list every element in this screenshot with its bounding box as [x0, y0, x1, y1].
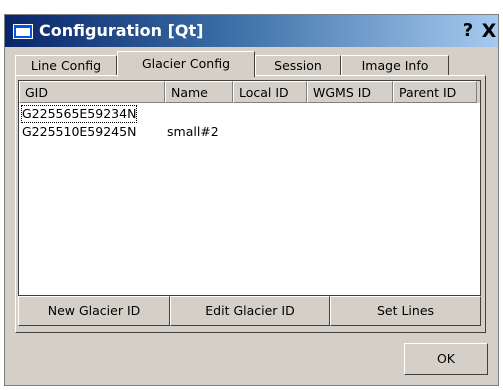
tab-line-config[interactable]: Line Config — [15, 55, 117, 77]
table-header: GID Name Local ID WGMS ID Parent ID — [19, 81, 480, 103]
column-header-local-id[interactable]: Local ID — [233, 81, 307, 103]
close-button[interactable]: X — [478, 21, 500, 41]
column-header-gid[interactable]: GID — [19, 81, 165, 103]
app-window-icon — [13, 24, 33, 39]
column-header-wgms-id[interactable]: WGMS ID — [307, 81, 393, 103]
new-glacier-id-button[interactable]: New Glacier ID — [18, 296, 170, 326]
column-header-parent-id[interactable]: Parent ID — [393, 81, 477, 103]
set-lines-button[interactable]: Set Lines — [330, 296, 481, 326]
gid-cell[interactable]: G225565E59234N — [21, 105, 138, 123]
glacier-config-panel: GID Name Local ID WGMS ID Parent ID G225… — [15, 75, 486, 333]
help-button[interactable]: ? — [457, 21, 479, 41]
edit-glacier-id-button[interactable]: Edit Glacier ID — [170, 296, 330, 326]
name-cell[interactable]: small#2 — [167, 123, 219, 141]
tab-bar: Line Config Glacier Config Session Image… — [5, 47, 498, 77]
tab-image-info[interactable]: Image Info — [341, 55, 449, 77]
glacier-table[interactable]: GID Name Local ID WGMS ID Parent ID G225… — [18, 80, 481, 296]
tab-session[interactable]: Session — [255, 55, 341, 77]
tab-glacier-config[interactable]: Glacier Config — [117, 51, 255, 77]
gid-cell[interactable]: G225510E59245N — [22, 123, 136, 141]
window-title: Configuration [Qt] — [39, 21, 204, 40]
column-header-name[interactable]: Name — [165, 81, 233, 103]
panel-buttons: New Glacier ID Edit Glacier ID Set Lines — [18, 296, 481, 326]
configuration-dialog: Configuration [Qt] ? X Line Config Glaci… — [4, 14, 499, 386]
title-bar[interactable]: Configuration [Qt] ? X — [5, 15, 498, 47]
ok-button[interactable]: OK — [404, 343, 488, 375]
